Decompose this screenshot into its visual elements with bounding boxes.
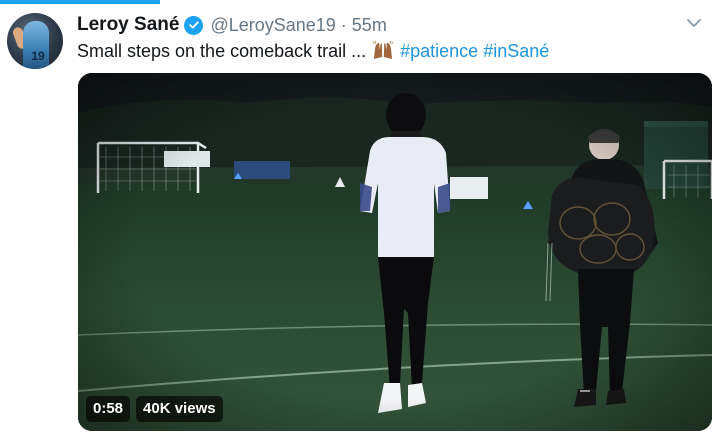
avatar[interactable]: 19 bbox=[7, 13, 63, 69]
video-duration: 0:58 bbox=[86, 396, 131, 422]
video-meta: 0:58 40K views bbox=[86, 396, 223, 422]
hashtag-patience[interactable]: #patience bbox=[400, 41, 478, 62]
timestamp[interactable]: 55m bbox=[352, 15, 387, 36]
tweet-header: Leroy Sané @LeroySane19 · 55m bbox=[77, 12, 387, 38]
video-thumbnail bbox=[78, 73, 712, 431]
display-name[interactable]: Leroy Sané bbox=[77, 14, 179, 36]
user-handle[interactable]: @LeroySane19 bbox=[210, 15, 335, 36]
video-player[interactable]: 0:58 40K views bbox=[78, 73, 712, 431]
tweet[interactable]: 19 Leroy Sané @LeroySane19 · 55m Small s… bbox=[0, 0, 720, 441]
separator-dot: · bbox=[340, 14, 347, 35]
avatar-number: 19 bbox=[31, 49, 45, 63]
view-count: 40K views bbox=[136, 396, 223, 422]
tweet-body: Small steps on the comeback trail ... bbox=[77, 40, 367, 61]
chevron-down-icon[interactable] bbox=[685, 14, 703, 32]
hashtag-insane[interactable]: #inSané bbox=[483, 41, 549, 62]
tweet-text: Small steps on the comeback trail ... #p… bbox=[77, 39, 549, 63]
verified-badge-icon bbox=[184, 15, 204, 35]
raised-hands-icon bbox=[372, 40, 394, 61]
